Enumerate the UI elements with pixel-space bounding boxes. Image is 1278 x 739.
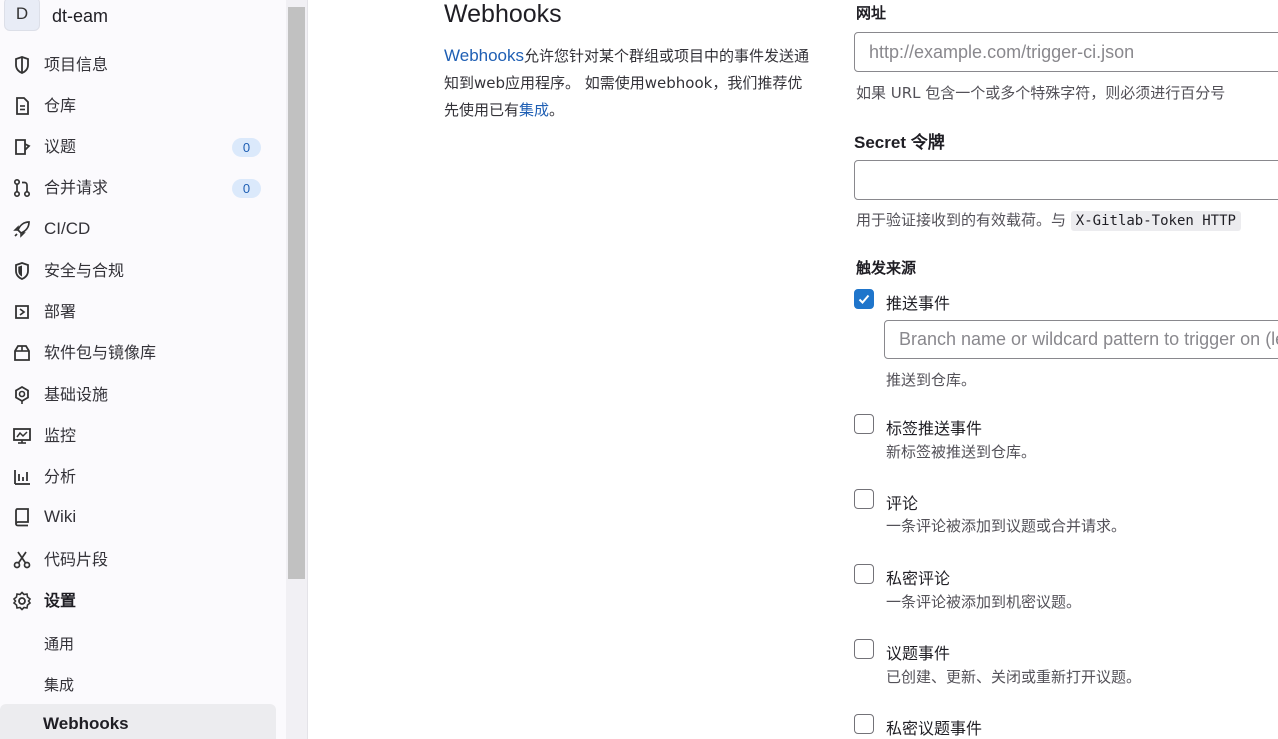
sidebar-item-wiki[interactable]: Wiki (0, 499, 276, 535)
cloud-gear-icon (12, 385, 32, 405)
trigger-label: 触发来源 (856, 259, 917, 277)
confidential-issue-events-checkbox[interactable] (854, 714, 874, 734)
secret-token-label: Secret 令牌 (854, 133, 945, 152)
push-events-checkbox[interactable] (854, 289, 874, 309)
sidebar-item-security[interactable]: 安全与合规 (0, 253, 276, 289)
sidebar-item-project-info[interactable]: 项目信息 (0, 47, 276, 83)
sidebar-item-label: Wiki (44, 507, 77, 526)
chart-icon (12, 467, 32, 487)
issues-icon (12, 137, 32, 157)
merge-requests-count-badge: 0 (232, 179, 261, 198)
sidebar-item-label: 项目信息 (44, 55, 109, 74)
settings-sub-webhooks[interactable]: Webhooks (43, 714, 129, 734)
confidential-comments-checkbox[interactable] (854, 564, 874, 584)
settings-sub-integrations[interactable]: 集成 (44, 674, 74, 695)
confidential-comments-help: 一条评论被添加到机密议题。 (886, 593, 1082, 611)
sidebar-item-label: 议题 (44, 137, 77, 156)
secret-token-help: 用于验证接收到的有效载荷。与 X-Gitlab-Token HTTP (856, 209, 1241, 231)
integrations-link[interactable]: 集成 (519, 101, 549, 119)
repository-icon (12, 96, 32, 116)
settings-sub-general[interactable]: 通用 (44, 633, 74, 654)
tag-push-events-checkbox[interactable] (854, 414, 874, 434)
url-help: 如果 URL 包含一个或多个特殊字符，则必须进行百分号 (856, 84, 1226, 102)
project-info-icon (12, 55, 32, 75)
tag-push-events-label[interactable]: 标签推送事件 (886, 415, 982, 439)
sidebar-item-infrastructure[interactable]: 基础设施 (0, 377, 276, 413)
page-title: Webhooks (444, 0, 562, 28)
sidebar: D dt-eam 项目信息 仓库 议题 0 合并请求 0 CI/CD 安全与合规… (0, 0, 308, 739)
issue-events-label[interactable]: 议题事件 (886, 640, 950, 664)
sidebar-scrollbar-thumb[interactable] (288, 7, 305, 579)
package-icon (12, 343, 32, 363)
confidential-comments-label[interactable]: 私密评论 (886, 565, 950, 589)
scissors-icon (12, 550, 32, 570)
branch-filter-input[interactable]: Branch name or wildcard pattern to trigg… (884, 320, 1278, 359)
shield-icon (12, 261, 32, 281)
sidebar-item-label: 监控 (44, 426, 77, 445)
comments-help: 一条评论被添加到议题或合并请求。 (886, 517, 1127, 535)
secret-token-input[interactable] (854, 160, 1278, 200)
sidebar-item-label: 分析 (44, 467, 77, 486)
push-events-help: 推送到仓库。 (886, 371, 977, 389)
sidebar-item-analytics[interactable]: 分析 (0, 459, 276, 495)
confidential-issue-events-label[interactable]: 私密议题事件 (886, 715, 982, 739)
settings-sub-webhooks-active[interactable] (0, 704, 276, 739)
sidebar-item-label: 基础设施 (44, 385, 109, 404)
sidebar-item-packages[interactable]: 软件包与镜像库 (0, 335, 276, 371)
issue-events-help: 已创建、更新、关闭或重新打开议题。 (886, 668, 1142, 686)
merge-request-icon (12, 178, 32, 198)
sidebar-item-snippets[interactable]: 代码片段 (0, 542, 276, 578)
sidebar-nav: D dt-eam 项目信息 仓库 议题 0 合并请求 0 CI/CD 安全与合规… (0, 0, 286, 739)
page-description: Webhooks允许您针对某个群组或项目中的事件发送通知到web应用程序。 如需… (444, 42, 810, 124)
sidebar-item-label: 代码片段 (44, 550, 109, 569)
issue-events-checkbox[interactable] (854, 639, 874, 659)
sidebar-item-settings[interactable]: 设置 (0, 583, 276, 619)
secret-help-code: X-Gitlab-Token HTTP (1070, 211, 1241, 231)
comments-label[interactable]: 评论 (886, 490, 918, 514)
description-end: 。 (549, 101, 565, 119)
sidebar-item-merge-requests[interactable]: 合并请求 0 (0, 170, 276, 206)
push-events-label[interactable]: 推送事件 (886, 290, 950, 314)
url-input[interactable]: http://example.com/trigger-ci.json (854, 32, 1278, 72)
issues-count-badge: 0 (232, 138, 261, 157)
sidebar-item-deploy[interactable]: 部署 (0, 294, 276, 330)
gear-icon (12, 591, 32, 611)
sidebar-item-issues[interactable]: 议题 0 (0, 129, 276, 165)
tag-push-events-help: 新标签被推送到仓库。 (886, 443, 1037, 461)
sidebar-item-label: 设置 (44, 591, 77, 610)
book-icon (12, 507, 32, 527)
sidebar-item-monitor[interactable]: 监控 (0, 418, 276, 454)
sidebar-item-label: CI/CD (44, 219, 91, 238)
deploy-icon (12, 302, 32, 322)
monitor-icon (12, 426, 32, 446)
comments-checkbox[interactable] (854, 489, 874, 509)
sidebar-item-label: 仓库 (44, 96, 77, 115)
project-avatar: D (4, 0, 40, 31)
project-name: dt-eam (52, 5, 109, 26)
webhooks-doc-link[interactable]: Webhooks (444, 46, 524, 65)
sidebar-item-label: 安全与合规 (44, 261, 125, 280)
sidebar-item-cicd[interactable]: CI/CD (0, 211, 276, 247)
sidebar-item-repository[interactable]: 仓库 (0, 88, 276, 124)
project-header[interactable]: D dt-eam (4, 0, 108, 32)
url-label: 网址 (856, 4, 887, 22)
sidebar-item-label: 软件包与镜像库 (44, 343, 157, 362)
rocket-icon (12, 219, 32, 239)
sidebar-item-label: 部署 (44, 302, 77, 321)
checkmark-icon (858, 294, 870, 304)
sidebar-item-label: 合并请求 (44, 178, 109, 197)
secret-help-text: 用于验证接收到的有效载荷。与 (856, 211, 1067, 229)
